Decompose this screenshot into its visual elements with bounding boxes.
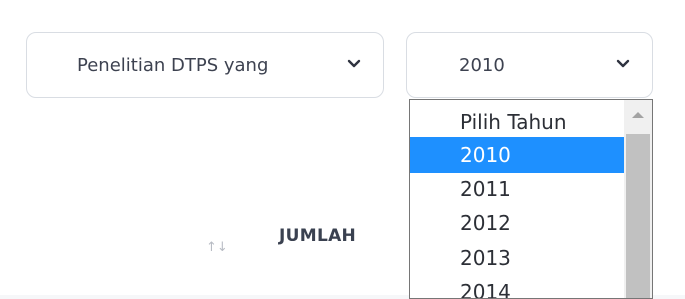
year-select-value: 2010 (459, 54, 505, 76)
year-option-2012[interactable]: 2012 (410, 205, 624, 241)
year-option-2014[interactable]: 2014 (410, 274, 624, 298)
year-option-2011[interactable]: 2011 (410, 171, 624, 207)
column-header-jumlah[interactable]: JUMLAH (279, 226, 356, 246)
year-option-2010[interactable]: 2010 (410, 137, 624, 173)
year-option-2013[interactable]: 2013 (410, 240, 624, 276)
dropdown-scrollbar[interactable] (624, 100, 652, 298)
category-select-value: Penelitian DTPS yang (77, 54, 269, 76)
chevron-down-icon (616, 59, 630, 68)
year-select[interactable]: 2010 (406, 32, 653, 98)
filter-card: Penelitian DTPS yang 2010 ↑↓ JUMLAH Pili… (0, 0, 685, 299)
year-dropdown-list[interactable]: Pilih Tahun 2010 2011 2012 2013 2014 (409, 99, 653, 299)
scrollbar-thumb[interactable] (626, 134, 650, 298)
year-option-pilih-tahun[interactable]: Pilih Tahun (410, 104, 624, 140)
sort-arrows-icon[interactable]: ↑↓ (206, 240, 228, 255)
scroll-up-arrow-icon[interactable] (632, 112, 644, 118)
category-select[interactable]: Penelitian DTPS yang (26, 32, 384, 98)
chevron-down-icon (347, 59, 361, 68)
